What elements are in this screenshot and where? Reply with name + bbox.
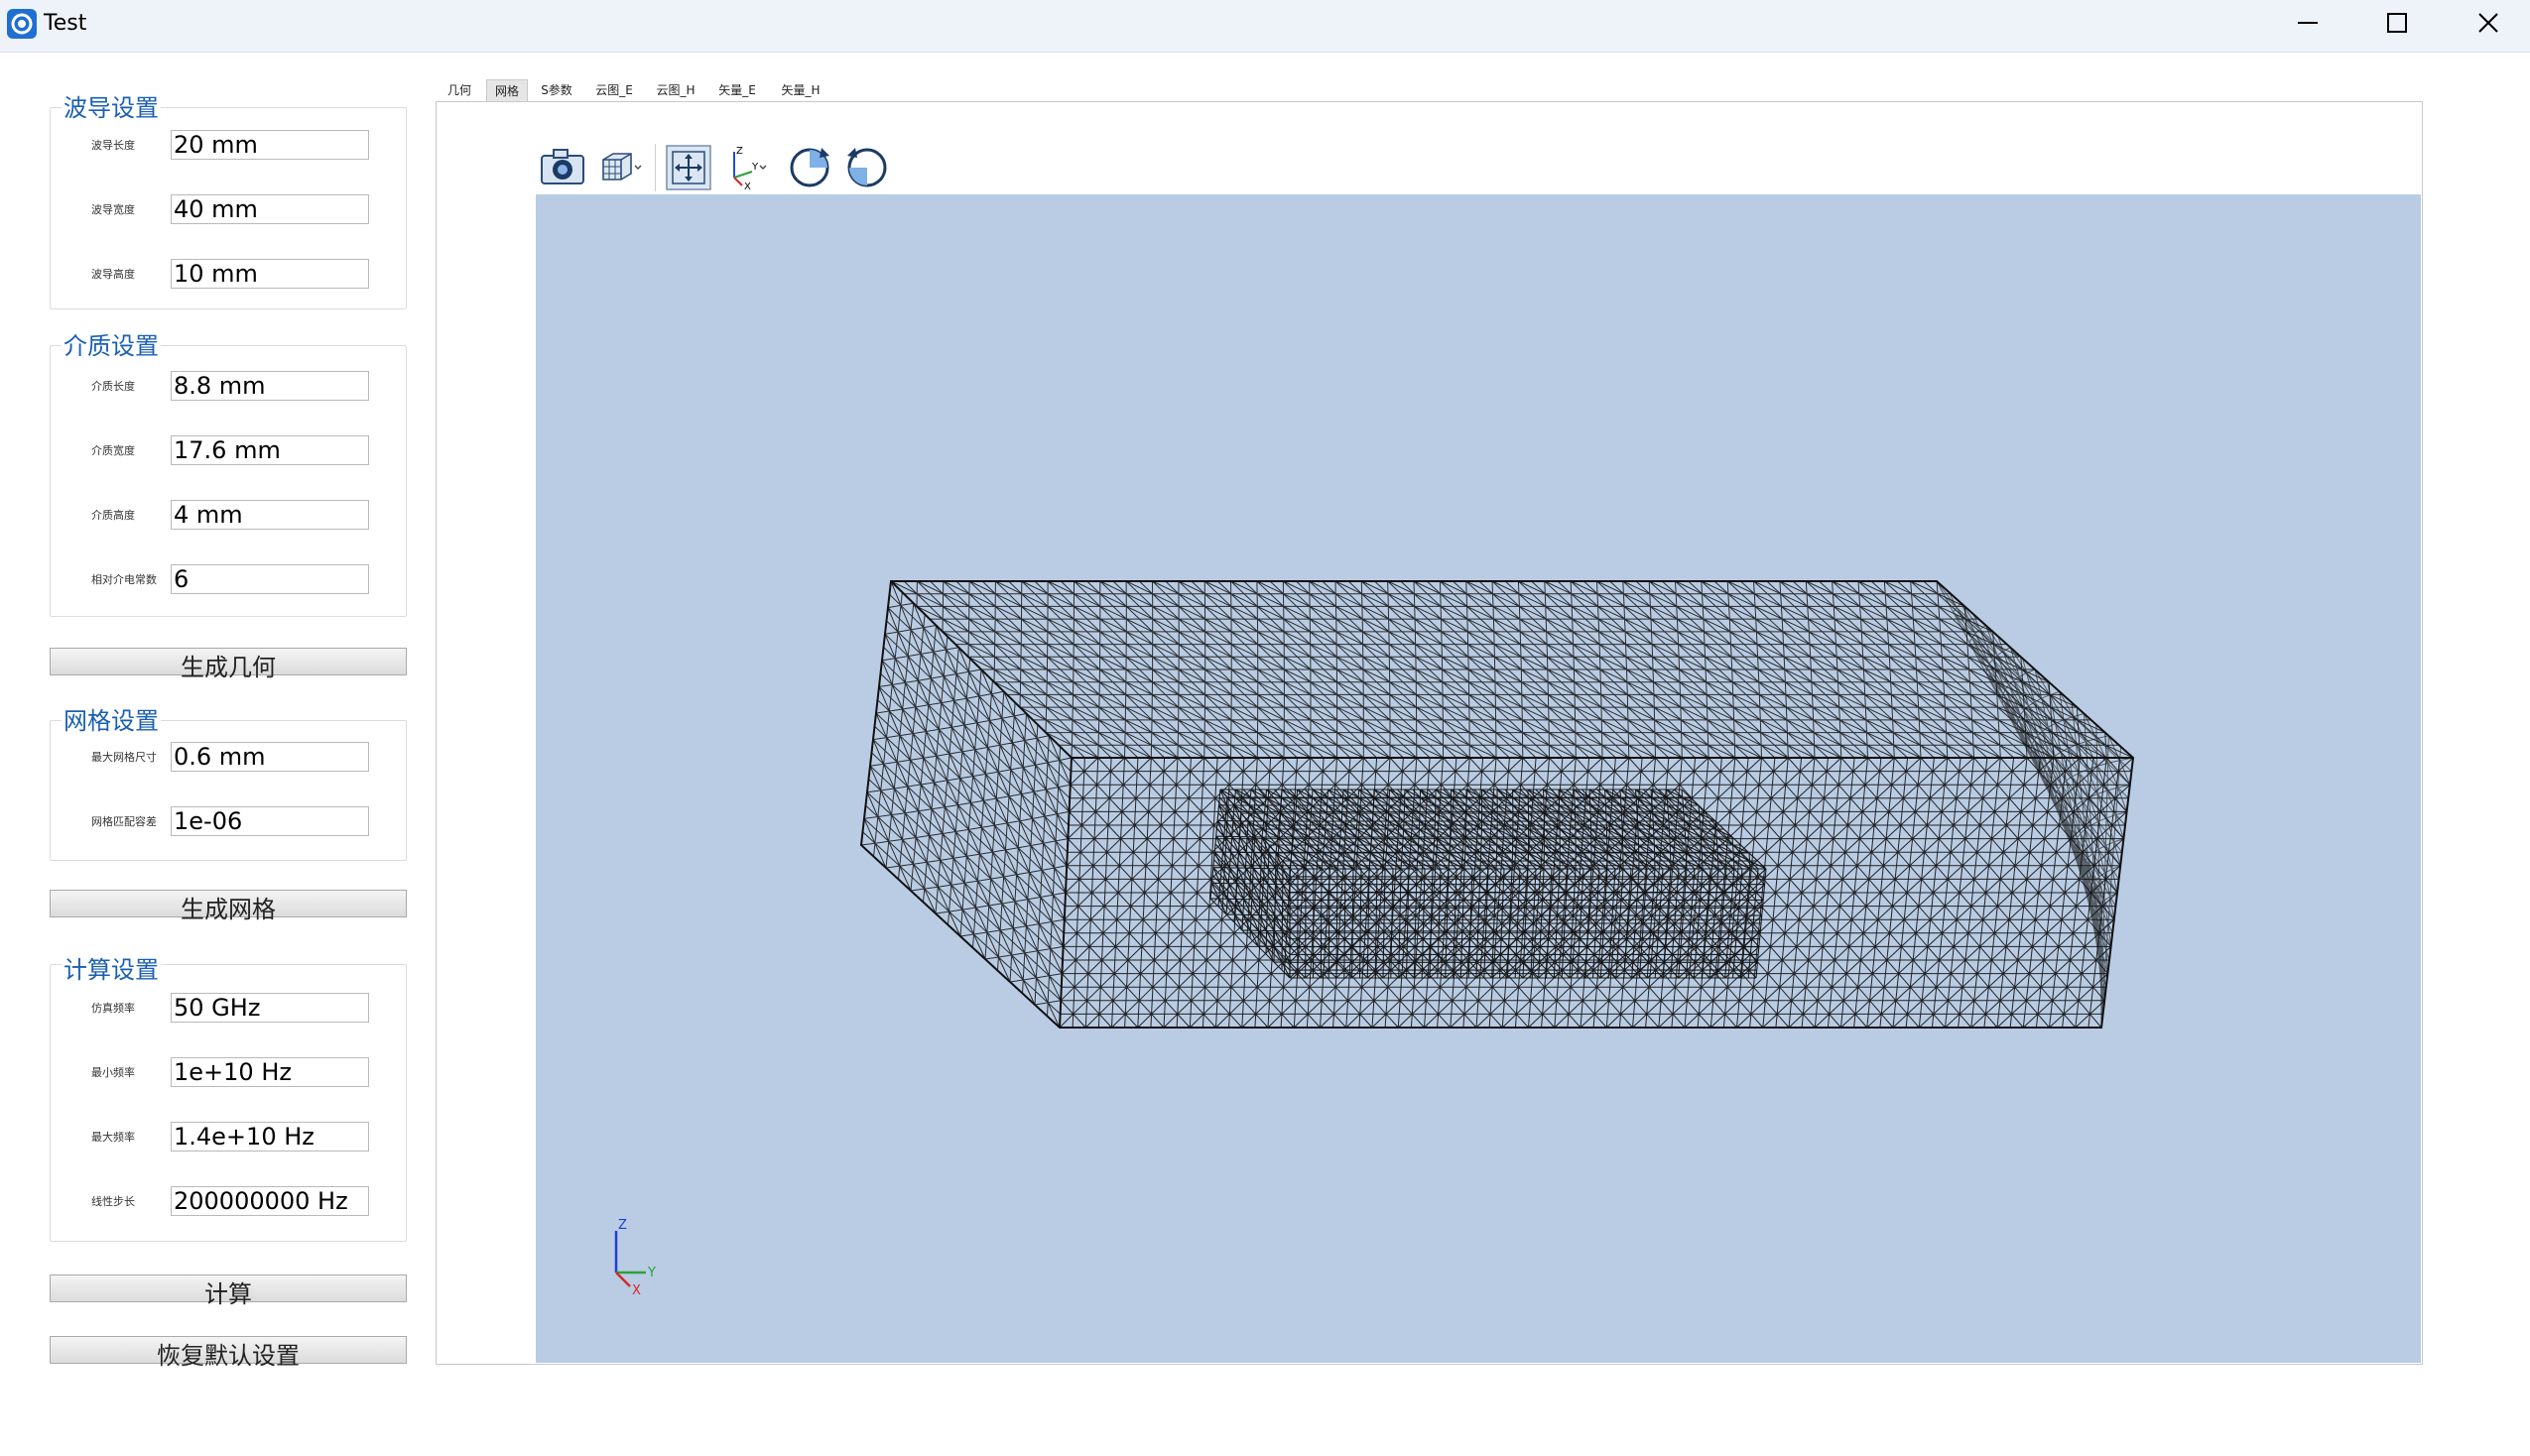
mesh-top-face — [890, 580, 2134, 759]
dielectric-height-input[interactable]: 4 mm — [171, 500, 369, 530]
rotate-cw-button[interactable] — [786, 144, 833, 191]
close-icon — [2478, 13, 2498, 33]
generate-mesh-button[interactable]: 生成网格 — [50, 890, 407, 922]
waveguide-length-input[interactable]: 20 mm — [171, 130, 369, 160]
simulation-frequency-input[interactable]: 50 GHz — [171, 993, 369, 1023]
relative-permittivity-label: 相对介电常数 — [91, 573, 157, 586]
x-axis-label: X — [632, 1283, 641, 1294]
dielectric-length-label: 介质长度 — [91, 380, 135, 393]
x-axis-line — [615, 1272, 631, 1287]
mesh-inner-left — [1209, 789, 1291, 979]
reset-defaults-button[interactable]: 恢复默认设置 — [50, 1336, 407, 1369]
dielectric-length-input[interactable]: 8.8 mm — [171, 371, 369, 401]
toolbar-separator — [655, 144, 656, 191]
maximize-button[interactable] — [2351, 0, 2443, 46]
mesh-tolerance-label: 网格匹配容差 — [91, 815, 157, 828]
rotate-ccw-icon — [847, 148, 887, 187]
tab-contour-e[interactable]: 云图_E — [589, 79, 639, 101]
linear-step-label: 线性步长 — [91, 1195, 135, 1208]
simulation-frequency-label: 仿真频率 — [91, 1002, 135, 1015]
mesh-settings-title: 网格设置 — [62, 706, 161, 736]
max-mesh-size-label: 最大网格尺寸 — [91, 751, 157, 764]
tab-vector-h[interactable]: 矢量_H — [774, 79, 827, 101]
axes-orientation-icon: Z Y X — [733, 146, 767, 192]
relative-permittivity-input[interactable]: 6 — [171, 564, 369, 594]
tab-geometry[interactable]: 几何 — [437, 79, 482, 101]
rotate-cw-icon — [790, 148, 829, 187]
camera-icon — [541, 149, 584, 184]
window-title: Test — [44, 11, 87, 36]
tab-s-parameters[interactable]: S参数 — [532, 79, 581, 101]
3d-viewport[interactable] — [536, 194, 2421, 1363]
axis-triad: Z Y X — [614, 1218, 656, 1294]
mesh-left-face — [860, 580, 1073, 1029]
mesh-render — [859, 580, 2135, 1029]
mesh-tolerance-input[interactable]: 1e-06 — [171, 806, 369, 836]
waveguide-length-label: 波导长度 — [91, 139, 135, 152]
min-frequency-input[interactable]: 1e+10 Hz — [171, 1057, 369, 1087]
compute-settings-title: 计算设置 — [62, 955, 161, 985]
waveguide-height-label: 波导高度 — [91, 268, 135, 281]
dielectric-settings-title: 介质设置 — [62, 331, 161, 361]
fit-all-icon — [666, 145, 711, 190]
svg-text:Y: Y — [751, 162, 759, 173]
mesh-inner-top — [1219, 789, 1767, 870]
tab-mesh[interactable]: 网格 — [486, 79, 528, 101]
waveguide-height-input[interactable]: 10 mm — [171, 259, 369, 289]
fit-all-button[interactable] — [665, 144, 712, 191]
view-cube-button[interactable] — [597, 144, 645, 191]
svg-text:X: X — [744, 182, 751, 191]
maximize-icon — [2387, 13, 2407, 33]
dielectric-width-label: 介质宽度 — [91, 444, 135, 457]
dielectric-height-label: 介质高度 — [91, 509, 135, 522]
waveguide-width-label: 波导宽度 — [91, 203, 135, 216]
mesh-inner-front — [1289, 868, 1767, 979]
linear-step-input[interactable]: 200000000 Hz — [171, 1186, 369, 1216]
app-swirl-icon — [7, 9, 37, 39]
close-button[interactable] — [2443, 0, 2530, 46]
generate-geometry-button[interactable]: 生成几何 — [50, 648, 407, 680]
camera-button[interactable] — [539, 144, 586, 191]
waveguide-settings-title: 波导设置 — [62, 93, 161, 123]
svg-text:Z: Z — [736, 146, 743, 157]
z-axis-label: Z — [618, 1218, 627, 1233]
max-mesh-size-input[interactable]: 0.6 mm — [171, 742, 369, 772]
max-frequency-label: 最大频率 — [91, 1131, 135, 1144]
max-frequency-input[interactable]: 1.4e+10 Hz — [171, 1122, 369, 1152]
title-bar: Test — [0, 0, 2530, 53]
axes-orientation-button[interactable]: Z Y X — [722, 144, 770, 192]
compute-button[interactable]: 计算 — [50, 1274, 407, 1307]
tab-contour-h[interactable]: 云图_H — [649, 79, 702, 101]
view-cube-icon — [602, 153, 642, 181]
min-frequency-label: 最小频率 — [91, 1066, 135, 1079]
minimize-icon — [2298, 22, 2318, 24]
y-axis-label: Y — [647, 1266, 656, 1280]
minimize-button[interactable] — [2262, 0, 2353, 46]
dielectric-width-input[interactable]: 17.6 mm — [171, 435, 369, 465]
tab-vector-e[interactable]: 矢量_E — [712, 79, 762, 101]
waveguide-width-input[interactable]: 40 mm — [171, 194, 369, 224]
rotate-ccw-button[interactable] — [843, 144, 891, 191]
